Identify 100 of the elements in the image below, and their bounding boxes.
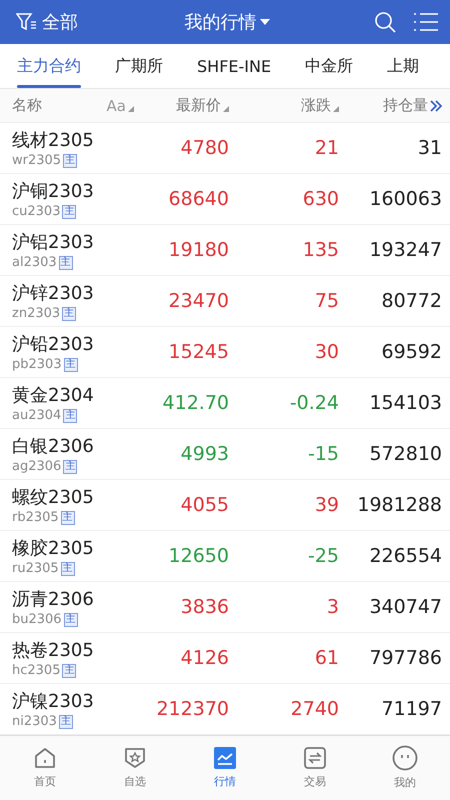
nav-tab[interactable]: 首页	[0, 736, 90, 798]
contract-name: 热卷2305	[12, 639, 95, 662]
tab[interactable]: 上期	[370, 44, 436, 88]
main-tag: 主	[64, 358, 78, 372]
main-tag: 主	[64, 612, 78, 626]
latest-price: 23470	[168, 290, 229, 312]
nav-tab[interactable]: 行情	[180, 736, 270, 798]
latest-price: 12650	[168, 545, 229, 567]
open-interest: 226554	[368, 545, 442, 567]
open-interest: 69592	[380, 341, 442, 363]
menu-icon[interactable]	[414, 12, 438, 32]
price-change: 61	[314, 647, 339, 669]
price-change: 630	[302, 188, 339, 210]
latest-price: 212370	[155, 698, 229, 720]
open-interest: 797786	[368, 647, 442, 669]
column-header[interactable]: 涨跌	[301, 96, 331, 115]
open-interest: 572810	[368, 443, 442, 465]
open-interest: 1981288	[356, 494, 442, 516]
contract-code: ni2303	[12, 714, 57, 729]
main-tag: 主	[63, 460, 78, 474]
main-tag: 主	[58, 256, 73, 270]
latest-price: 15245	[168, 341, 229, 363]
contract-code: al2303	[12, 255, 57, 270]
open-interest: 340747	[368, 596, 442, 618]
price-change: 30	[314, 341, 339, 363]
main-tag: 主	[60, 510, 75, 524]
contract-code: ag2306	[12, 459, 62, 474]
page-title[interactable]: 我的行情	[184, 10, 256, 34]
latest-price: 4993	[180, 443, 229, 465]
contract-code: wr2305	[12, 153, 62, 168]
price-change: -25	[306, 545, 339, 567]
price-change: 135	[302, 239, 339, 261]
contract-name: 沪锌2303	[12, 282, 95, 305]
price-change: -0.24	[288, 392, 339, 414]
contract-code: rb2305	[12, 510, 59, 525]
latest-price: 412.70	[162, 392, 229, 414]
contract-name: 黄金2304	[12, 384, 95, 407]
price-change: 39	[314, 494, 339, 516]
column-header[interactable]: 名称	[12, 96, 42, 115]
tab[interactable]: 广期所	[98, 44, 180, 88]
contract-name: 沪铝2303	[12, 231, 95, 254]
contract-code: bu2306	[12, 612, 62, 627]
tab[interactable]: SHFE-INE	[180, 44, 288, 88]
letter-toggle[interactable]: Aa	[106, 96, 126, 114]
contract-code: au2304	[12, 408, 62, 423]
contract-code: cu2303	[12, 204, 60, 219]
caret-icon[interactable]	[260, 19, 270, 25]
open-interest: 154103	[368, 392, 442, 414]
latest-price: 3836	[180, 596, 229, 618]
sort-icon	[128, 106, 134, 112]
contract-name: 沪镍2303	[12, 690, 95, 713]
contract-code: hc2305	[12, 663, 60, 678]
open-interest: 160063	[368, 188, 442, 210]
contract-name: 沥青2306	[12, 588, 95, 611]
contract-name: 沪铅2303	[12, 333, 95, 356]
contract-name: 线材2305	[12, 129, 95, 152]
latest-price: 4055	[180, 494, 229, 516]
price-change: -15	[306, 443, 339, 465]
nav-tab[interactable]: 自选	[90, 736, 180, 798]
column-header[interactable]: 持仓量	[383, 96, 428, 115]
column-header[interactable]: 最新价	[176, 96, 221, 115]
contract-name: 橡胶2305	[12, 537, 95, 560]
price-change: 2740	[290, 698, 339, 720]
face-icon	[392, 744, 418, 770]
double-chevron-icon[interactable]	[430, 100, 442, 112]
contract-name: 螺纹2305	[12, 486, 95, 509]
open-interest: 31	[416, 137, 442, 159]
main-tag: 主	[63, 408, 78, 422]
filter-icon[interactable]	[16, 12, 38, 32]
tab[interactable]: 主力合约	[0, 44, 98, 88]
price-change: 21	[314, 137, 339, 159]
open-interest: 71197	[380, 698, 442, 720]
main-tag: 主	[60, 562, 75, 576]
price-change: 3	[326, 596, 339, 618]
open-interest: 193247	[368, 239, 442, 261]
main-tag: 主	[62, 306, 76, 320]
contract-code: ru2305	[12, 561, 59, 576]
latest-price: 19180	[168, 239, 229, 261]
contract-name: 沪铜2303	[12, 180, 95, 203]
home-icon	[33, 746, 57, 770]
sort-icon	[333, 106, 339, 112]
search-icon[interactable]	[374, 11, 396, 33]
main-tag: 主	[58, 714, 73, 728]
contract-code: pb2303	[12, 357, 62, 372]
latest-price: 4126	[180, 647, 229, 669]
latest-price: 4780	[180, 137, 229, 159]
nav-tab[interactable]: 我的	[360, 736, 450, 798]
latest-price: 68640	[168, 188, 229, 210]
open-interest: 80772	[380, 290, 442, 312]
exchange-icon	[303, 746, 327, 770]
chart-icon	[213, 746, 237, 770]
sort-icon	[223, 106, 229, 112]
main-tag: 主	[62, 664, 76, 678]
main-tag: 主	[63, 154, 78, 168]
main-tag: 主	[62, 204, 76, 218]
star-shield-icon	[123, 746, 147, 770]
nav-tab[interactable]: 交易	[270, 736, 360, 798]
filter-label[interactable]: 全部	[42, 10, 78, 34]
tab[interactable]: 中金所	[288, 44, 370, 88]
contract-code: zn2303	[12, 306, 60, 321]
